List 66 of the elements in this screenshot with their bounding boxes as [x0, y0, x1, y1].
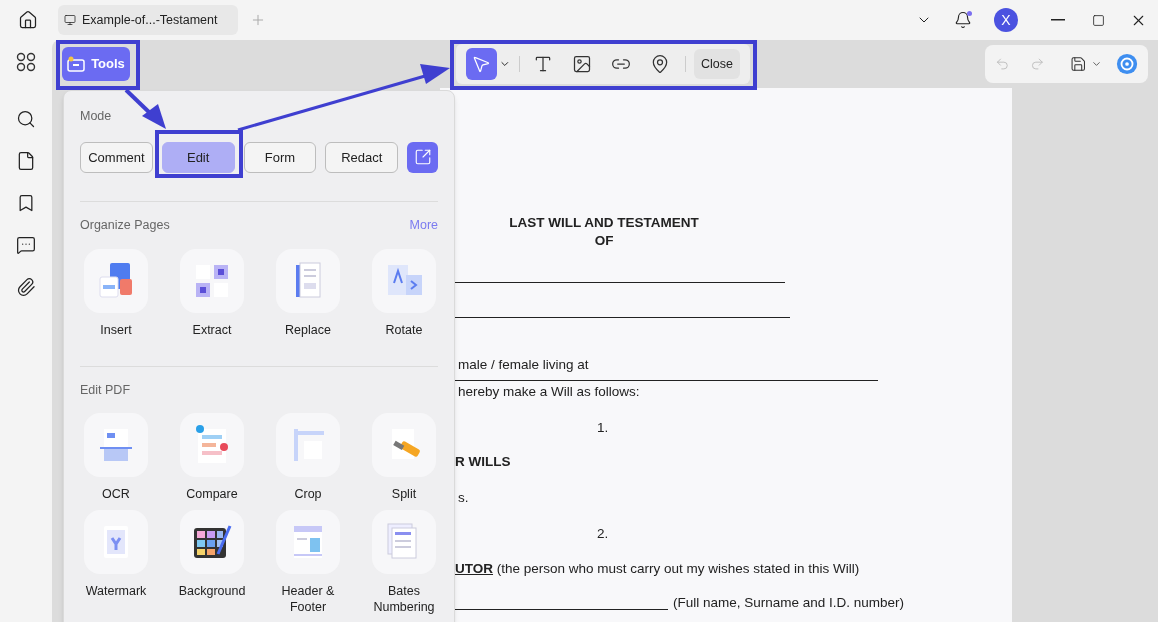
document-subtitle: OF — [593, 232, 615, 250]
clause-number: 1. — [597, 419, 610, 437]
tool-label: Watermark — [84, 583, 148, 600]
section-title: Edit PDF — [80, 381, 130, 399]
document-text: s. — [457, 489, 470, 507]
external-link-icon — [413, 148, 432, 167]
clause-number: 2. — [597, 525, 610, 543]
toolbox-icon — [67, 56, 86, 72]
section-title: Mode — [80, 108, 113, 125]
arrow — [124, 88, 166, 129]
tool-tile[interactable]: Background — [164, 510, 260, 616]
tools-button[interactable]: Tools — [62, 47, 130, 81]
tool-tile[interactable]: Rotate — [356, 248, 452, 338]
pointer-icon — [471, 54, 492, 74]
tool-tile[interactable]: OCR — [68, 413, 164, 503]
plus-icon — [250, 12, 266, 28]
mode-button[interactable]: Comment — [80, 141, 153, 173]
tool-tile[interactable]: Compare — [164, 413, 260, 503]
tab-title: Example-of...-Testament — [82, 11, 218, 29]
save-icon[interactable] — [1070, 55, 1087, 73]
maximize-icon — [1091, 13, 1105, 27]
tool-tile[interactable]: Extract — [164, 248, 260, 338]
user-avatar[interactable]: X — [994, 8, 1018, 32]
open-external-button[interactable] — [407, 141, 439, 173]
tool-label: Split — [390, 486, 418, 503]
search-icon[interactable] — [16, 109, 36, 129]
tool-label: Extract — [191, 321, 233, 338]
tool-tile[interactable]: Bates Numbering — [356, 510, 452, 616]
mode-button[interactable]: Edit — [161, 141, 235, 173]
tool-tile[interactable]: Crop — [260, 413, 356, 503]
tool-tile[interactable]: Split — [356, 413, 452, 503]
tool-tile[interactable]: Replace — [260, 248, 356, 338]
monitor-icon — [64, 14, 76, 26]
document-text: hereby make a Will as follows: — [457, 383, 641, 401]
tool-label: Compare — [185, 486, 239, 503]
mode-button[interactable]: Redact — [325, 141, 399, 173]
tool-tile[interactable]: Watermark — [68, 510, 164, 616]
tool-label: Rotate — [384, 321, 424, 338]
field-caption: (Full name, Surname and I.D. number) — [673, 594, 905, 612]
tool-tile[interactable]: Insert — [68, 248, 164, 338]
bell-icon — [954, 11, 972, 29]
assistant-logo-icon[interactable] — [1115, 52, 1138, 76]
section-heading: R WILLS — [455, 453, 512, 471]
attachment-icon[interactable] — [16, 277, 36, 297]
home-icon — [18, 10, 38, 30]
notification-button[interactable] — [954, 11, 972, 29]
tool-label: Bates Numbering — [372, 583, 436, 616]
document-text: male / female living at — [457, 356, 590, 374]
page-icon[interactable] — [16, 151, 36, 171]
tool-label: Crop — [293, 486, 323, 503]
section-title: Organize Pages — [80, 216, 170, 234]
apps-icon[interactable] — [16, 52, 36, 72]
document-tab[interactable]: Example-of...-Testament — [58, 5, 238, 35]
close-button[interactable]: Close — [694, 49, 741, 79]
document-title: LAST WILL AND TESTAMENT — [508, 214, 700, 232]
tool-label: OCR — [101, 486, 131, 503]
tool-tile[interactable]: Header & Footer — [260, 510, 356, 616]
minimize-icon — [1051, 19, 1065, 21]
tool-label: Header & Footer — [280, 583, 336, 616]
tool-label: Insert — [99, 321, 133, 338]
mode-button[interactable]: Form — [243, 141, 317, 173]
tool-label: Background — [177, 583, 247, 600]
image-icon — [571, 54, 592, 74]
tool-label: Replace — [284, 321, 332, 338]
comment-icon[interactable] — [16, 235, 36, 255]
clause-text: UTOR (the person who must carry out my wishes stated in this Will) — [455, 560, 861, 578]
